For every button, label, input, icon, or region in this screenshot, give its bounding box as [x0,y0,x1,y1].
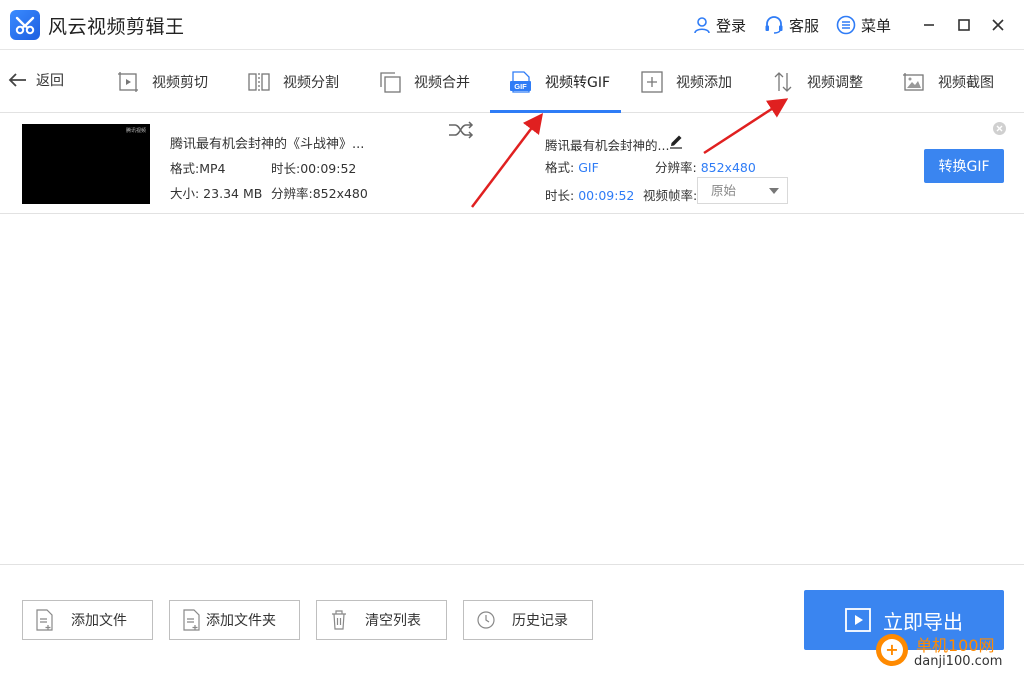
tab-label: 视频剪切 [152,74,208,91]
tab-video-cut[interactable]: 视频剪切 [116,50,208,113]
file-list-row[interactable]: 腾讯视频 腾讯最有机会封神的《斗战神》... 格式:MP4 时长:00:09:5… [0,114,1024,214]
source-format: 格式:MP4 [170,161,226,176]
maximize-button[interactable] [952,13,976,37]
tab-video-add[interactable]: 视频添加 [640,50,732,113]
history-label: 历史记录 [512,613,568,629]
chevron-down-icon [769,188,779,194]
app-logo [10,10,40,40]
tab-video-adjust[interactable]: 视频调整 [771,50,863,113]
svg-text:GIF: GIF [514,82,527,91]
tab-video-merge[interactable]: 视频合并 [378,50,470,113]
source-file-name: 腾讯最有机会封神的《斗战神》... [170,137,365,152]
history-button[interactable]: 历史记录 [463,600,593,640]
tab-label: 视频调整 [807,74,863,91]
tab-label: 视频添加 [676,74,732,91]
watermark-site-name: 单机100网 [916,636,995,655]
output-file-name: 腾讯最有机会封神的... [545,138,670,153]
source-resolution: 分辨率:852x480 [271,186,368,201]
output-resolution: 分辨率: 852x480 [655,157,756,176]
source-size: 大小: 23.34 MB [170,186,263,201]
add-file-label: 添加文件 [71,613,127,629]
edit-name-icon[interactable] [668,133,684,153]
video-split-icon [247,70,271,94]
fps-select-value: 原始 [711,183,737,198]
back-label: 返回 [36,73,64,89]
watermark-site-url: danji100.com [914,654,1003,669]
video-add-icon [640,70,664,94]
app-title: 风云视频剪辑王 [48,16,185,38]
back-button[interactable]: 返回 [8,70,64,90]
watermark-logo-icon: + [876,634,908,666]
output-format: 格式: GIF [545,157,599,176]
video-merge-icon [378,70,402,94]
minimize-button[interactable] [917,13,941,37]
remove-item-button[interactable] [993,122,1006,135]
video-thumbnail: 腾讯视频 [22,124,150,204]
export-label: 立即导出 [883,609,963,634]
customer-service-button[interactable]: 客服 [764,14,819,36]
fps-select[interactable]: 原始 [697,177,788,204]
clear-list-button[interactable]: 清空列表 [316,600,447,640]
minimize-icon [924,24,934,26]
login-label: 登录 [716,16,747,35]
output-duration: 时长: 00:09:52 [545,185,634,204]
gif-icon: GIF [509,70,533,94]
output-duration-value: 00:09:52 [578,188,635,203]
bottom-action-bar: 添加文件 添加文件夹 清空列表 历史记录 立即导出 [0,564,1024,675]
add-folder-label: 添加文件夹 [206,613,276,629]
title-bar: 风云视频剪辑王 登录 客服 菜单 [0,0,1024,50]
add-file-button[interactable]: 添加文件 [22,600,153,640]
close-button[interactable] [986,13,1010,37]
convert-gif-button[interactable]: 转换GIF [924,149,1004,183]
tab-label: 视频分割 [283,74,339,91]
trash-icon [332,610,346,630]
output-resolution-value[interactable]: 852x480 [701,160,756,175]
menu-label: 菜单 [861,16,892,35]
function-toolbar: 返回 视频剪切 视频分割 视频合并 GIF 视频转GIF 视频添加 视频调整 视… [0,50,1024,113]
tab-label: 视频截图 [938,74,994,91]
close-icon [996,125,1003,132]
video-cut-icon [116,70,140,94]
output-format-label: 格式: [545,160,575,175]
add-folder-button[interactable]: 添加文件夹 [169,600,300,640]
thumbnail-watermark: 腾讯视频 [125,128,146,134]
tab-label: 视频转GIF [545,74,611,91]
site-watermark: + 单机100网 danji100.com [876,632,1024,675]
maximize-icon [958,19,970,31]
tab-label: 视频合并 [414,74,470,91]
output-duration-label: 时长: [545,188,575,203]
add-file-icon [36,609,53,631]
arrow-left-icon [8,73,26,87]
headset-icon [765,16,783,34]
clear-list-label: 清空列表 [365,613,421,629]
video-screenshot-icon [902,70,926,94]
menu-button[interactable]: 菜单 [836,14,891,36]
output-fps-label: 视频帧率: [643,188,698,203]
user-icon [694,17,710,34]
output-format-value: GIF [578,160,599,175]
clock-icon [477,611,495,629]
tab-video-to-gif[interactable]: GIF 视频转GIF [509,50,610,113]
service-label: 客服 [789,16,820,35]
source-duration: 时长:00:09:52 [271,161,357,176]
tab-video-screenshot[interactable]: 视频截图 [902,50,994,113]
output-resolution-label: 分辨率: [655,160,697,175]
active-tab-indicator [490,110,621,113]
login-button[interactable]: 登录 [693,14,746,36]
video-adjust-icon [771,70,795,94]
close-icon [992,19,1004,31]
shuffle-icon [447,120,475,144]
menu-list-icon [836,15,856,35]
add-folder-icon [183,609,200,631]
play-icon [845,608,871,632]
tab-video-split[interactable]: 视频分割 [247,50,339,113]
